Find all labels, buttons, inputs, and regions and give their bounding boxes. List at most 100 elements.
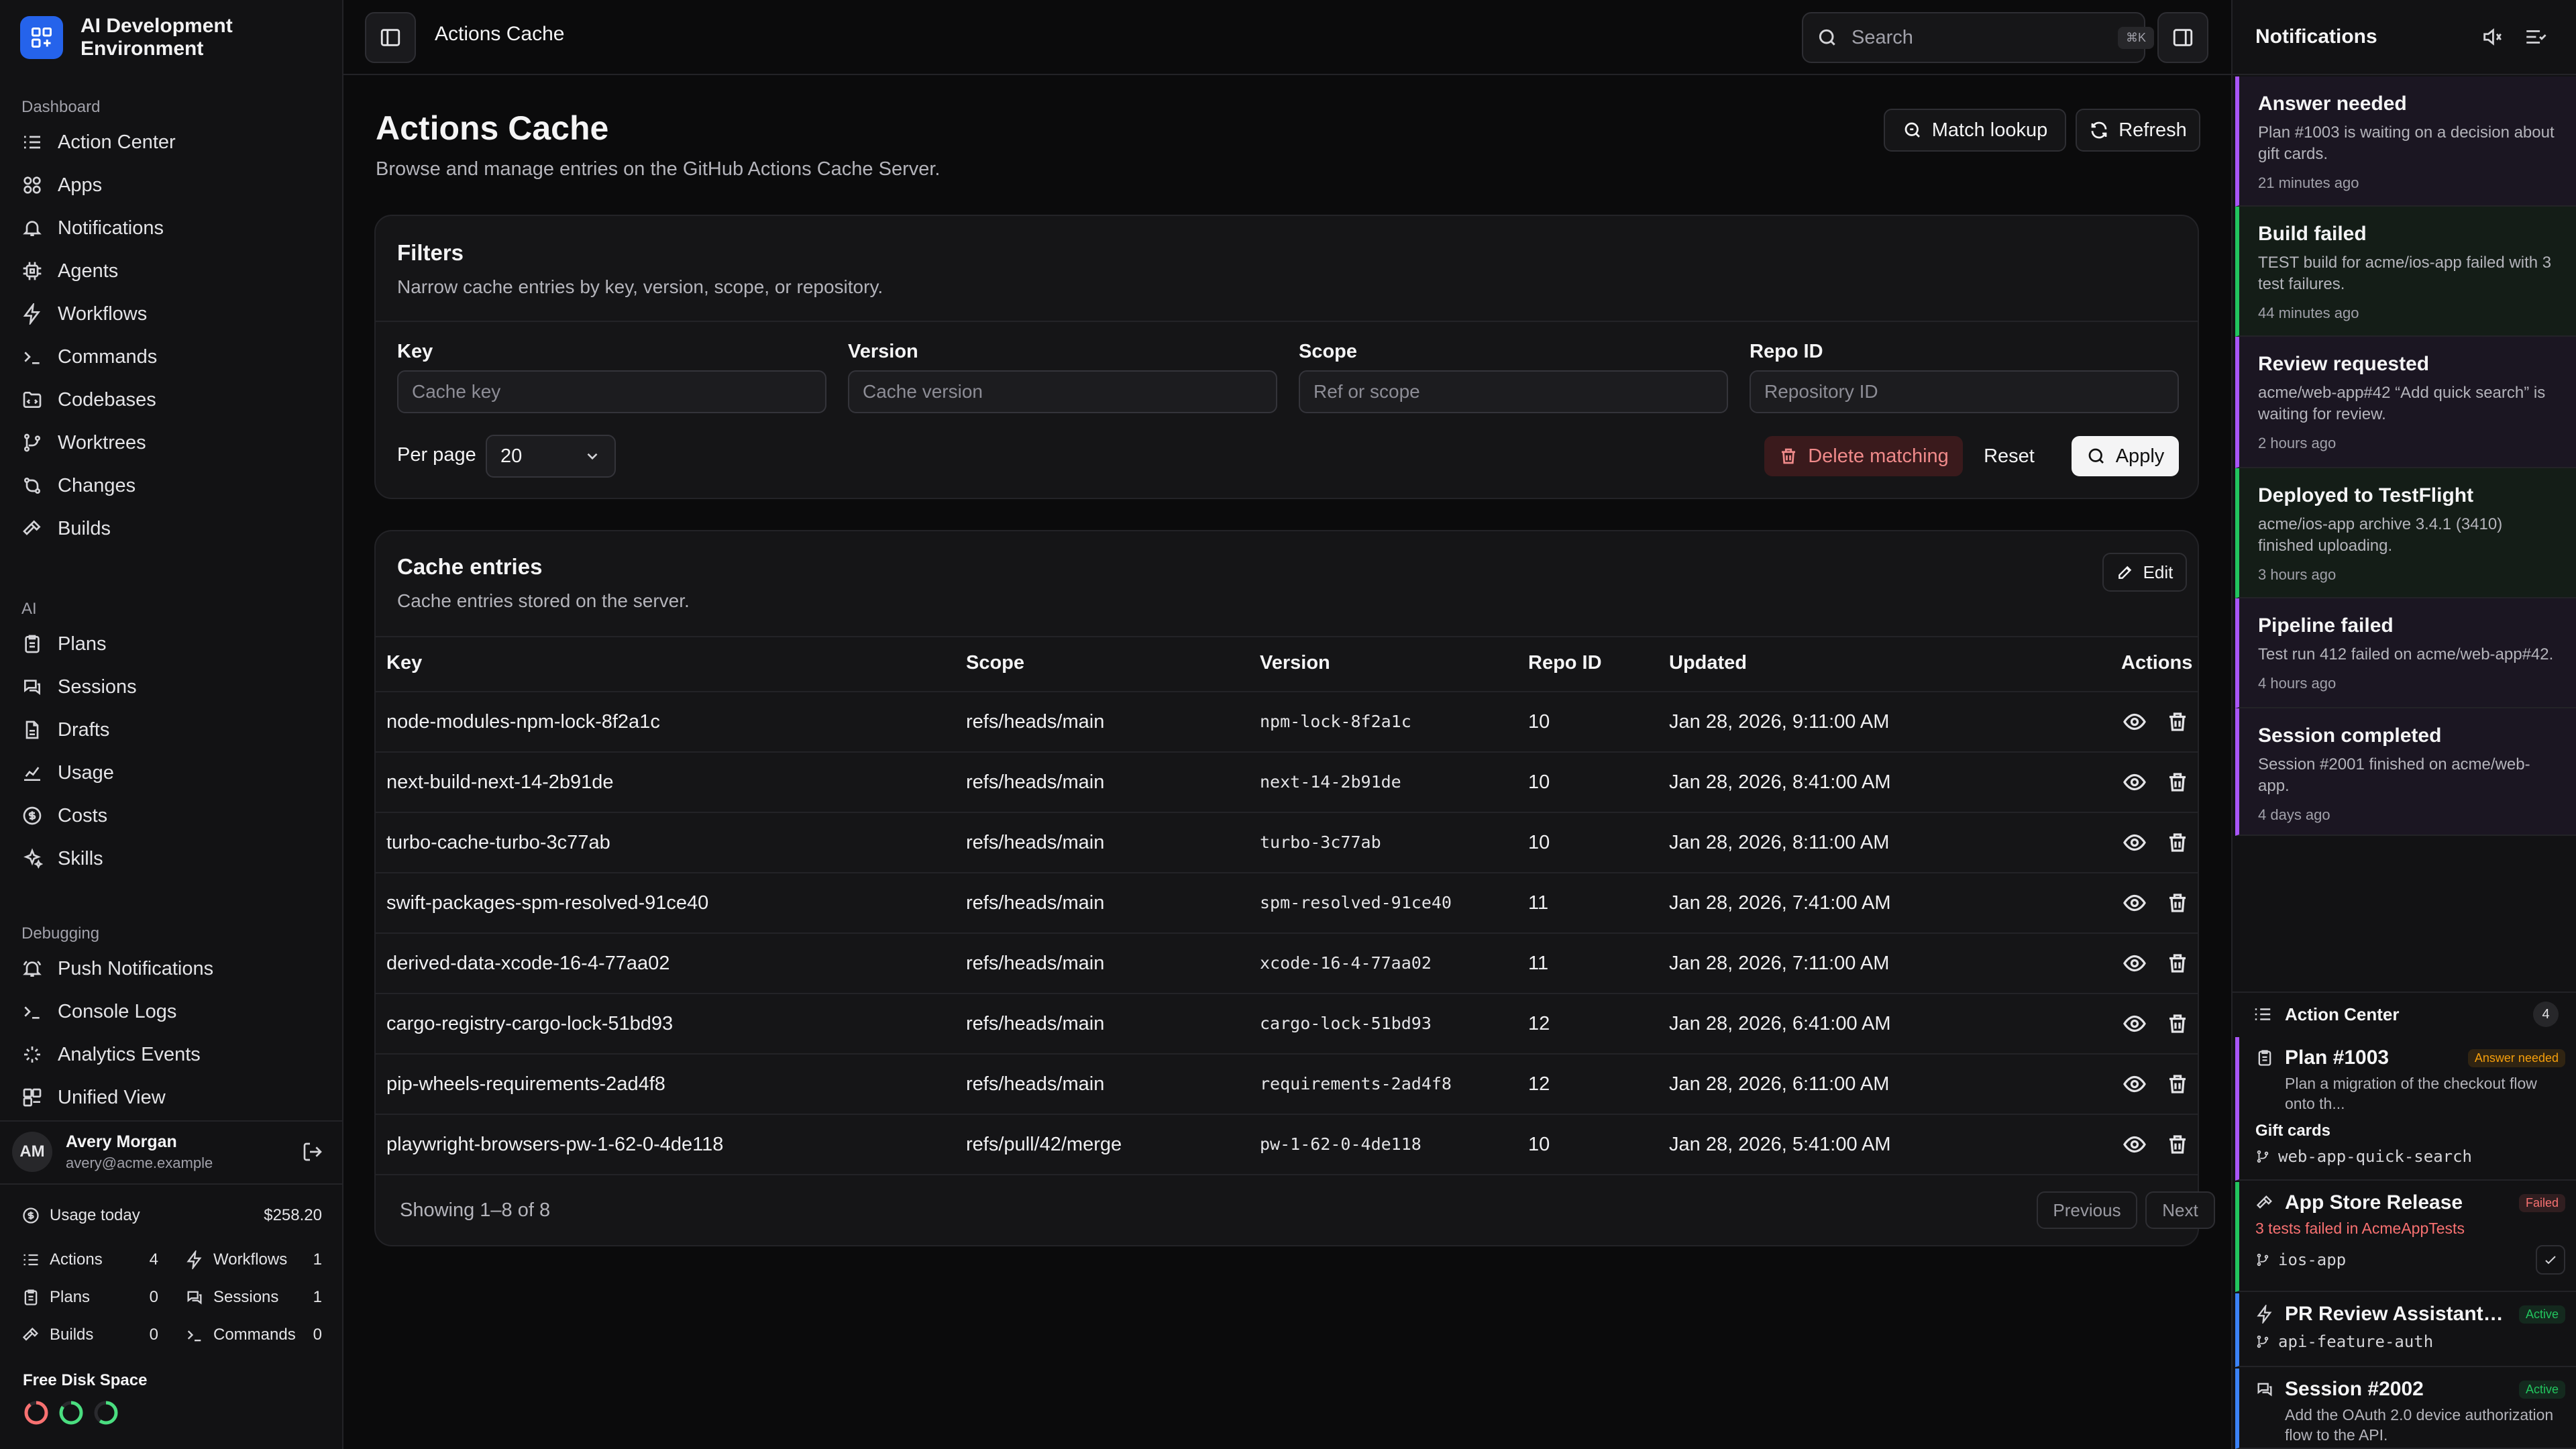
disk-ring-1[interactable] (23, 1399, 50, 1426)
column-updated[interactable]: Updated (1669, 652, 1747, 674)
sidebar-item-sessions[interactable]: Sessions (0, 665, 343, 708)
table-row[interactable]: playwright-browsers-pw-1-62-0-4de118 refs… (374, 1114, 2199, 1174)
delete-entry-icon[interactable] (2165, 951, 2190, 975)
sidebar-item-console-logs[interactable]: Console Logs (0, 990, 343, 1033)
view-entry-icon[interactable] (2123, 891, 2147, 915)
notification-item[interactable]: Review requested acme/web-app#42 “Add qui… (2235, 337, 2576, 468)
breadcrumb[interactable]: Actions Cache (435, 23, 564, 46)
notification-item[interactable]: Build failed TEST build for acme/ios-app … (2235, 207, 2576, 337)
sidebar-item-codebases[interactable]: Codebases (0, 378, 343, 421)
sidebar-item-agents[interactable]: Agents (0, 250, 343, 292)
notification-item[interactable]: Deployed to TestFlight acme/ios-app archi… (2235, 468, 2576, 598)
sidebar-item-apps[interactable]: Apps (0, 164, 343, 207)
previous-page-button[interactable]: Previous (2037, 1191, 2137, 1229)
usage-stat-value: 0 (313, 1326, 322, 1344)
sidebar-item-builds[interactable]: Builds (0, 507, 343, 550)
sidebar-item-action-center[interactable]: Action Center (0, 121, 343, 164)
refresh-button[interactable]: Refresh (2076, 109, 2200, 152)
brand[interactable]: AI Development Environment (20, 15, 295, 60)
key-input[interactable] (397, 370, 826, 413)
sidebar-item-label: Usage (58, 761, 114, 784)
action-center-header[interactable]: Action Center 4 (2233, 991, 2576, 1036)
table-row[interactable]: turbo-cache-turbo-3c77ab refs/heads/main t… (374, 812, 2199, 872)
next-page-button[interactable]: Next (2145, 1191, 2215, 1229)
search-box[interactable]: ⌘K (1802, 12, 2155, 63)
sidebar-item-skills[interactable]: Skills (0, 837, 343, 880)
match-lookup-label: Match lookup (1931, 119, 2048, 141)
disk-ring-3[interactable] (93, 1399, 119, 1426)
logout-icon[interactable] (302, 1141, 323, 1163)
search-input[interactable] (1851, 26, 2104, 49)
view-entry-icon[interactable] (2123, 1012, 2147, 1036)
apply-button[interactable]: Apply (2072, 436, 2179, 476)
view-entry-icon[interactable] (2123, 710, 2147, 734)
column-repo-id[interactable]: Repo ID (1528, 652, 1602, 674)
delete-entry-icon[interactable] (2165, 710, 2190, 734)
dollar-icon (21, 805, 43, 826)
cell-repo-id: 11 (1528, 953, 1549, 974)
delete-entry-icon[interactable] (2165, 891, 2190, 915)
sidebar-item-costs[interactable]: Costs (0, 794, 343, 837)
avatar[interactable]: AM (12, 1132, 52, 1172)
table-row[interactable]: next-build-next-14-2b91de refs/heads/main… (374, 751, 2199, 812)
delete-entry-icon[interactable] (2165, 1132, 2190, 1157)
column-scope[interactable]: Scope (966, 652, 1024, 674)
view-entry-icon[interactable] (2123, 770, 2147, 794)
hammer-icon (21, 518, 43, 539)
table-row[interactable]: cargo-registry-cargo-lock-51bd93 refs/hea… (374, 993, 2199, 1053)
check-icon[interactable] (2536, 1245, 2565, 1275)
action-item[interactable]: Plan #1003 Answer needed Plan a migration … (2235, 1037, 2576, 1181)
version-input[interactable] (848, 370, 1277, 413)
delete-entry-icon[interactable] (2165, 1012, 2190, 1036)
sidebar-item-push-notifications[interactable]: Push Notifications (0, 947, 343, 990)
notification-item[interactable]: Answer needed Plan #1003 is waiting on a … (2235, 76, 2576, 207)
match-lookup-button[interactable]: Match lookup (1884, 109, 2066, 152)
sidebar-item-plans[interactable]: Plans (0, 623, 343, 665)
sidebar-item-worktrees[interactable]: Worktrees (0, 421, 343, 464)
mark-all-read-icon[interactable] (2524, 25, 2546, 48)
notification-item[interactable]: Pipeline failed Test run 412 failed on ac… (2235, 598, 2576, 708)
sidebar-item-changes[interactable]: Changes (0, 464, 343, 507)
table-row[interactable]: swift-packages-spm-resolved-91ce40 refs/h… (374, 872, 2199, 932)
delete-matching-button[interactable]: Delete matching (1764, 436, 1963, 476)
toggle-sidebar-button[interactable] (365, 12, 416, 63)
table-row[interactable]: node-modules-npm-lock-8f2a1c refs/heads/m… (374, 691, 2199, 751)
usage-stat-value: 0 (149, 1326, 158, 1344)
delete-entry-icon[interactable] (2165, 1072, 2190, 1096)
cell-updated: Jan 28, 2026, 7:11:00 AM (1669, 953, 1890, 974)
column-key[interactable]: Key (386, 652, 422, 674)
usage-stat-sessions: Sessions 1 (185, 1279, 322, 1316)
sidebar-item-usage[interactable]: Usage (0, 751, 343, 794)
sidebar-item-notifications[interactable]: Notifications (0, 207, 343, 250)
reset-button[interactable]: Reset (1972, 436, 2046, 476)
notification-title: Session completed (2258, 724, 2442, 747)
action-item[interactable]: Session #2002 Active Add the OAuth 2.0 dev… (2235, 1368, 2576, 1449)
disk-ring-2[interactable] (58, 1399, 85, 1426)
sidebar-item-commands[interactable]: Commands (0, 335, 343, 378)
table-row[interactable]: derived-data-xcode-16-4-77aa02 refs/heads… (374, 932, 2199, 993)
action-item[interactable]: PR Review Assistant #4... Active api-featu… (2235, 1293, 2576, 1367)
view-entry-icon[interactable] (2123, 1132, 2147, 1157)
toggle-notifications-button[interactable] (2157, 12, 2208, 63)
view-entry-icon[interactable] (2123, 951, 2147, 975)
clipboard-icon (21, 633, 43, 655)
sidebar-item-analytics-events[interactable]: Analytics Events (0, 1033, 343, 1076)
usage-stat-label: Commands (213, 1326, 296, 1344)
view-entry-icon[interactable] (2123, 1072, 2147, 1096)
notification-item[interactable]: Session completed Session #2001 finished … (2235, 708, 2576, 836)
sidebar-item-drafts[interactable]: Drafts (0, 708, 343, 751)
mute-icon[interactable] (2481, 25, 2504, 48)
nav-group: Dashboard Action Center Apps Notifications A… (0, 94, 343, 550)
action-item[interactable]: App Store Release Failed 3 tests failed in… (2235, 1182, 2576, 1292)
table-row[interactable]: pip-wheels-requirements-2ad4f8 refs/heads… (374, 1053, 2199, 1114)
sidebar-item-workflows[interactable]: Workflows (0, 292, 343, 335)
sidebar-item-unified-view[interactable]: Unified View (0, 1076, 343, 1119)
delete-entry-icon[interactable] (2165, 770, 2190, 794)
per-page-select[interactable]: 20 (486, 435, 616, 478)
column-version[interactable]: Version (1260, 652, 1330, 674)
delete-entry-icon[interactable] (2165, 830, 2190, 855)
view-entry-icon[interactable] (2123, 830, 2147, 855)
scope-input[interactable] (1299, 370, 1728, 413)
repo-id-input[interactable] (1750, 370, 2179, 413)
edit-button[interactable]: Edit (2102, 553, 2187, 592)
